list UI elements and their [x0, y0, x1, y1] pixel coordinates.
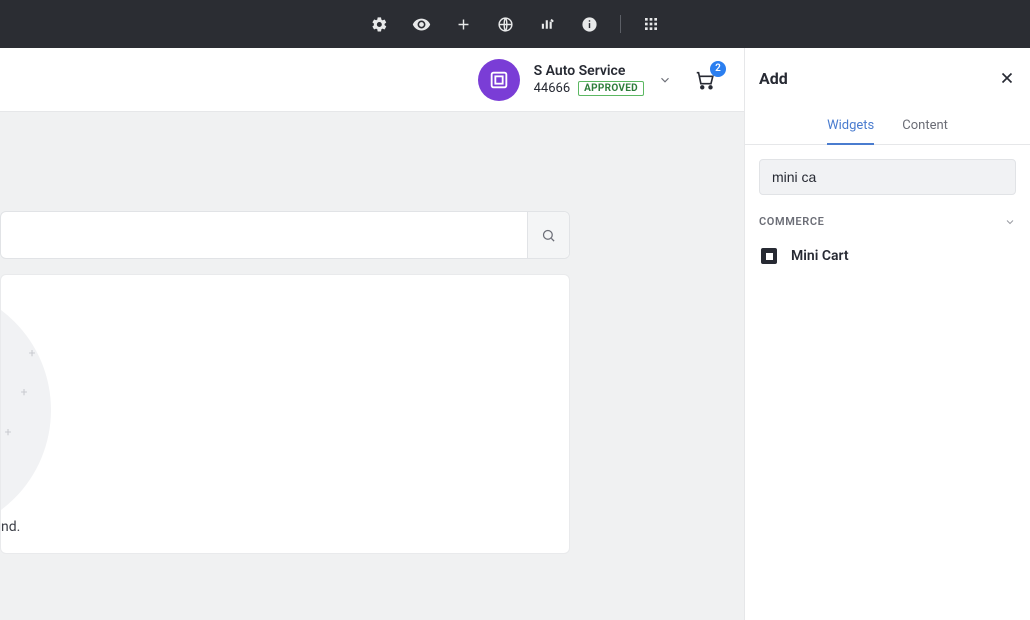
status-badge: APPROVED — [578, 81, 644, 96]
placeholder-circle — [0, 285, 51, 535]
sidebar-tabs: Widgets Content — [745, 108, 1030, 145]
widget-search-input[interactable] — [759, 159, 1016, 195]
chevron-down-icon[interactable] — [658, 73, 672, 87]
account-id: 44666 — [534, 81, 571, 96]
category-label: COMMERCE — [759, 215, 824, 228]
widget-mini-cart[interactable]: Mini Cart — [759, 240, 1016, 272]
account-name: S Auto Service — [534, 63, 644, 79]
info-icon[interactable] — [578, 12, 602, 36]
plus-icon[interactable] — [452, 12, 476, 36]
placeholder-plus-icon: + — [27, 348, 37, 358]
close-icon[interactable] — [998, 69, 1016, 87]
sidebar-title: Add — [759, 69, 788, 88]
apps-grid-icon[interactable] — [639, 12, 663, 36]
content-panel: + + + nd. — [0, 274, 570, 554]
search-field[interactable] — [1, 212, 527, 258]
tab-widgets[interactable]: Widgets — [827, 108, 874, 145]
account-switcher[interactable]: S Auto Service 44666 APPROVED — [478, 59, 672, 101]
placeholder-plus-icon: + — [19, 387, 29, 397]
eye-icon[interactable] — [410, 12, 434, 36]
widget-fragment-icon — [761, 248, 777, 264]
cart-count-badge: 2 — [710, 61, 726, 77]
top-toolbar — [0, 0, 1030, 48]
sidebar-header: Add — [745, 48, 1030, 108]
analytics-icon[interactable] — [536, 12, 560, 36]
globe-icon[interactable] — [494, 12, 518, 36]
placeholder-plus-icon: + — [3, 427, 13, 437]
account-info: S Auto Service 44666 APPROVED — [534, 63, 644, 96]
page-header: S Auto Service 44666 APPROVED 2 — [0, 48, 744, 112]
category-header[interactable]: COMMERCE — [759, 209, 1016, 240]
gear-icon[interactable] — [368, 12, 392, 36]
account-avatar — [478, 59, 520, 101]
tab-content[interactable]: Content — [902, 108, 948, 145]
cart-icon[interactable]: 2 — [694, 69, 716, 91]
widget-label: Mini Cart — [791, 248, 849, 264]
search-button[interactable] — [527, 212, 569, 258]
chevron-down-icon — [1004, 216, 1016, 228]
toolbar-divider — [620, 15, 621, 33]
sidebar-search-wrap — [745, 145, 1030, 209]
body-fragment-text: nd. — [1, 519, 20, 535]
category-commerce: COMMERCE Mini Cart — [745, 209, 1030, 272]
avatar-inner-icon — [487, 68, 511, 92]
add-sidebar: Add Widgets Content COMMERCE Mini Cart — [744, 48, 1030, 620]
canvas-area: + + + nd. — [0, 112, 744, 620]
search-panel — [0, 211, 570, 259]
